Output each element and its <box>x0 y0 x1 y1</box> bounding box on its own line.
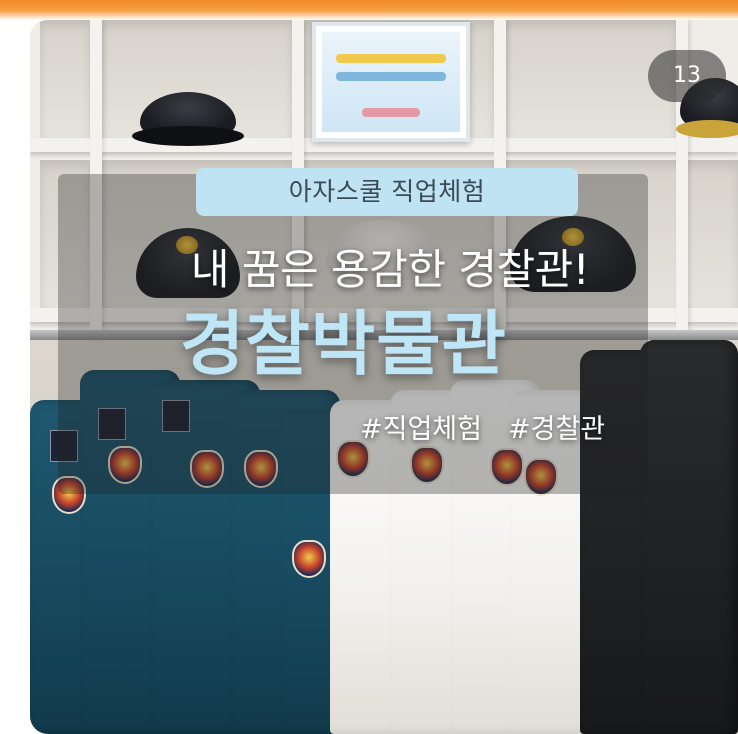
police-patch <box>292 540 326 578</box>
header-accent-strip <box>0 0 738 20</box>
poster-band <box>336 54 446 63</box>
shelf-cell <box>40 20 90 138</box>
page: 13 아자스쿨 직업체험 내 꿈은 용감한 경찰관! 경찰박물관 #직업체험 #경… <box>0 0 738 734</box>
poster-band <box>336 72 446 81</box>
hashtag[interactable]: #직업체험 <box>360 414 482 445</box>
hashtag[interactable]: #경찰관 <box>508 414 605 445</box>
image-count-value: 13 <box>673 63 701 88</box>
post-subtitle: 내 꿈은 용감한 경찰관! <box>190 245 590 294</box>
hashtag-list: #직업체험 #경찰관 <box>360 410 690 450</box>
poster-band <box>362 108 420 117</box>
framed-poster <box>312 22 470 142</box>
category-label: 아자스쿨 직업체험 <box>196 168 578 216</box>
black-jacket <box>640 340 738 734</box>
post-title: 경찰박물관 <box>180 303 507 385</box>
image-count-badge: 13 <box>648 50 726 102</box>
cap-visor <box>132 126 244 146</box>
poster-artwork <box>322 32 460 132</box>
cap-visor <box>676 120 738 138</box>
